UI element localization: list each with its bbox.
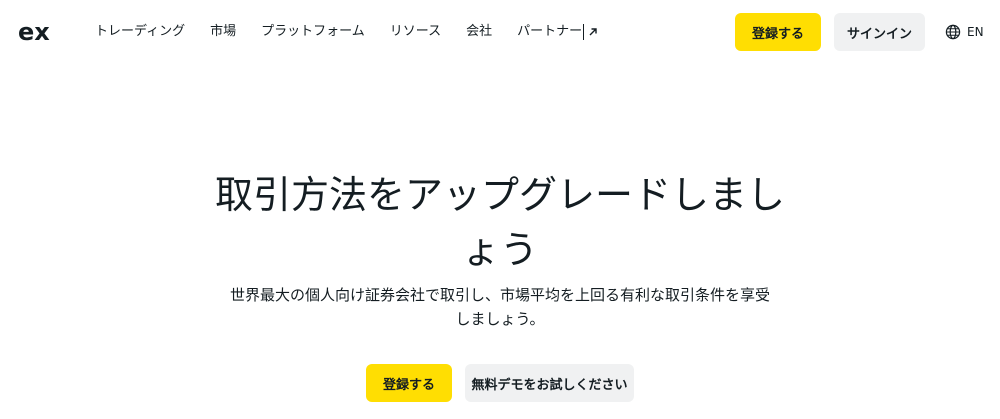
- nav-item-markets[interactable]: 市場: [210, 22, 236, 42]
- main-nav: トレーディング 市場 プラットフォーム リソース 会社 パートナー: [95, 22, 598, 42]
- hero-title: 取引方法をアップグレードしましょう: [214, 173, 785, 272]
- exness-logo-icon[interactable]: ex: [18, 17, 58, 47]
- nav-item-trading[interactable]: トレーディング: [95, 22, 185, 42]
- language-label: EN: [967, 25, 984, 39]
- nav-item-partners[interactable]: パートナー: [517, 22, 598, 42]
- text-cursor: [583, 24, 585, 40]
- external-link-icon: [589, 28, 597, 36]
- language-selector[interactable]: EN: [945, 22, 984, 42]
- globe-icon: [945, 24, 961, 40]
- hero-subtitle: 世界最大の個人向け証券会社で取引し、市場平均を上回る有利な取引条件を享受しましょ…: [229, 286, 770, 328]
- try-free-demo-button[interactable]: 無料デモをお試しください: [465, 364, 634, 402]
- nav-item-resources[interactable]: リソース: [390, 22, 441, 42]
- nav-item-platforms[interactable]: プラットフォーム: [261, 22, 365, 42]
- site-header: ex トレーディング 市場 プラットフォーム リソース 会社 パートナー 登録す…: [0, 0, 1000, 64]
- svg-text:ex: ex: [18, 18, 50, 46]
- nav-item-company[interactable]: 会社: [466, 22, 492, 42]
- hero-register-button[interactable]: 登録する: [366, 364, 452, 402]
- header-signin-button[interactable]: サインイン: [834, 13, 925, 51]
- header-register-button[interactable]: 登録する: [735, 13, 821, 51]
- nav-item-partners-label: パートナー: [517, 24, 583, 39]
